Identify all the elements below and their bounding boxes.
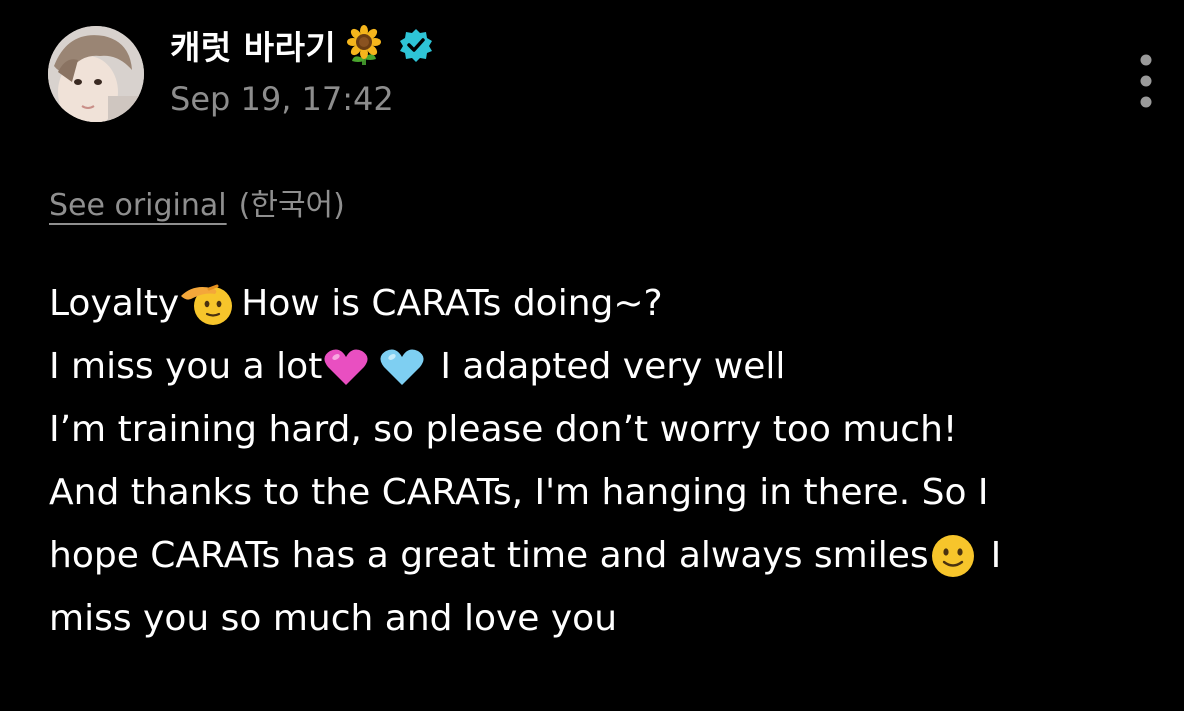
avatar-image: [48, 26, 144, 122]
saluting-face-emoji-icon: [179, 280, 233, 328]
sunflower-emoji-icon: [342, 23, 386, 67]
more-options-button[interactable]: [1126, 52, 1166, 112]
post-body: Loyalty How is CARATs doing~? I miss you…: [49, 272, 1159, 650]
light-blue-heart-emoji-icon: [378, 343, 426, 391]
author-avatar[interactable]: [48, 26, 144, 122]
post-line: miss you so much and love you: [49, 587, 1159, 650]
vertical-ellipsis-icon: [1140, 54, 1152, 108]
post-text: miss you so much and love you: [49, 598, 618, 639]
see-original-link[interactable]: See original: [49, 188, 227, 223]
post-text: How is CARATs doing~?: [241, 283, 663, 324]
post-text: I adapted very well: [440, 346, 786, 387]
post-text: I: [990, 535, 1002, 576]
pink-heart-emoji-icon: [322, 343, 370, 391]
post-line: And thanks to the CARATs, I'm hanging in…: [49, 461, 1159, 524]
post-text: I’m training hard, so please don’t worry…: [49, 409, 958, 450]
post-line: hope CARATs has a great time and always …: [49, 524, 1159, 587]
post-timestamp: Sep 19, 17:42: [170, 80, 394, 118]
post-text: Loyalty: [49, 283, 180, 324]
translation-row: See original (한국어): [49, 180, 345, 224]
verified-badge-icon: [398, 27, 434, 63]
post-text: And thanks to the CARATs, I'm hanging in…: [49, 472, 989, 513]
post-text: hope CARATs has a great time and always …: [49, 535, 929, 576]
post-line: I’m training hard, so please don’t worry…: [49, 398, 1159, 461]
post-card: 캐럿 바라기 Sep 19, 17:42 See original (한국어) …: [0, 0, 1184, 711]
original-language-label: (한국어): [238, 188, 345, 223]
slightly-smiling-face-emoji-icon: [929, 532, 977, 580]
author-header: 캐럿 바라기: [170, 18, 434, 72]
author-name[interactable]: 캐럿 바라기: [170, 21, 336, 69]
post-text: I miss you a lot: [49, 346, 323, 387]
post-line: I miss you a lot I adapted very well: [49, 335, 1159, 398]
post-line: Loyalty How is CARATs doing~?: [49, 272, 1159, 335]
